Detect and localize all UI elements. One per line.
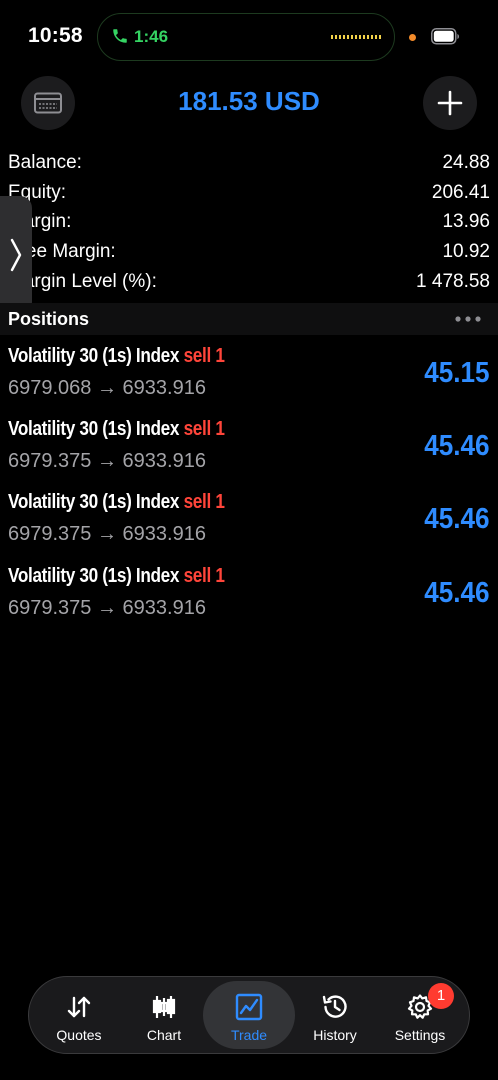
mic-indicator-dot bbox=[409, 34, 416, 41]
chart-icon bbox=[152, 996, 176, 1018]
quotes-icon bbox=[67, 996, 91, 1018]
summary-row-equity: Equity: 206.41 bbox=[8, 178, 490, 208]
position-prices: 6979.375 → 6933.916 bbox=[8, 450, 206, 472]
summary-row-margin: Margin: 13.96 bbox=[8, 207, 490, 237]
summary-value: 13.96 bbox=[442, 211, 490, 232]
position-profit: 45.46 bbox=[424, 503, 490, 535]
dynamic-island-call[interactable]: 1:46 bbox=[97, 13, 395, 61]
position-prices: 6979.375 → 6933.916 bbox=[8, 523, 206, 545]
side-panel-handle[interactable] bbox=[0, 196, 32, 314]
position-row[interactable]: Volatility 30 (1s) Index sell 1 6979.375… bbox=[0, 416, 498, 486]
summary-row-balance: Balance: 24.88 bbox=[8, 148, 490, 178]
tab-label: Trade bbox=[230, 1027, 268, 1043]
battery-icon bbox=[431, 28, 459, 45]
position-symbol: Volatility 30 (1s) Index sell 1 bbox=[8, 345, 225, 368]
summary-value: 10.92 bbox=[442, 241, 490, 262]
summary-value: 24.88 bbox=[442, 152, 490, 173]
position-side: sell 1 bbox=[183, 345, 225, 367]
position-profit: 45.46 bbox=[424, 430, 490, 462]
position-prices: 6979.375 → 6933.916 bbox=[8, 597, 206, 619]
call-timer: 1:46 bbox=[134, 27, 169, 46]
summary-row-margin-level: Margin Level (%): 1 478.58 bbox=[8, 267, 490, 297]
audio-waveform-icon bbox=[331, 35, 381, 39]
tab-label: History bbox=[313, 1027, 357, 1043]
tab-quotes[interactable]: Quotes bbox=[33, 981, 125, 1049]
history-icon bbox=[322, 995, 347, 1018]
tab-label: Quotes bbox=[56, 1027, 102, 1043]
position-side: sell 1 bbox=[183, 565, 225, 587]
new-order-button[interactable] bbox=[423, 76, 477, 130]
position-symbol: Volatility 30 (1s) Index sell 1 bbox=[8, 565, 225, 588]
more-options-icon[interactable] bbox=[454, 311, 482, 327]
position-profit: 45.15 bbox=[424, 357, 490, 389]
tab-label: Settings bbox=[394, 1027, 446, 1043]
position-symbol-name: Volatility 30 (1s) Index bbox=[8, 345, 180, 367]
position-row[interactable]: Volatility 30 (1s) Index sell 1 6979.068… bbox=[0, 343, 498, 413]
position-symbol-name: Volatility 30 (1s) Index bbox=[8, 565, 180, 587]
tab-chart[interactable]: Chart bbox=[118, 981, 210, 1049]
phone-icon bbox=[113, 29, 127, 43]
position-side: sell 1 bbox=[183, 418, 225, 440]
position-profit: 45.46 bbox=[424, 577, 490, 609]
position-row[interactable]: Volatility 30 (1s) Index sell 1 6979.375… bbox=[0, 489, 498, 559]
summary-value: 206.41 bbox=[431, 182, 490, 203]
bottom-tab-bar: Quotes Chart Trade History Settings bbox=[28, 976, 470, 1054]
position-side: sell 1 bbox=[183, 491, 225, 513]
chevron-right-icon bbox=[10, 238, 22, 272]
tab-trade[interactable]: Trade bbox=[203, 981, 295, 1049]
status-bar-time: 10:58 bbox=[28, 24, 83, 47]
position-symbol: Volatility 30 (1s) Index sell 1 bbox=[8, 491, 225, 514]
positions-header: Positions bbox=[0, 303, 498, 335]
position-symbol: Volatility 30 (1s) Index sell 1 bbox=[8, 418, 225, 441]
position-symbol-name: Volatility 30 (1s) Index bbox=[8, 418, 180, 440]
positions-title: Positions bbox=[8, 309, 90, 329]
tab-label: Chart bbox=[146, 1027, 182, 1043]
trade-icon bbox=[235, 993, 263, 1021]
position-symbol-name: Volatility 30 (1s) Index bbox=[8, 491, 180, 513]
plus-icon bbox=[437, 90, 463, 116]
tab-history[interactable]: History bbox=[289, 981, 381, 1049]
summary-row-free-margin: Free Margin: 10.92 bbox=[8, 237, 490, 267]
position-row[interactable]: Volatility 30 (1s) Index sell 1 6979.375… bbox=[0, 563, 498, 633]
summary-value: 1 478.58 bbox=[416, 271, 490, 292]
summary-label: Balance: bbox=[8, 152, 82, 173]
settings-notification-badge: 1 bbox=[428, 983, 454, 1009]
position-prices: 6979.068 → 6933.916 bbox=[8, 377, 206, 399]
